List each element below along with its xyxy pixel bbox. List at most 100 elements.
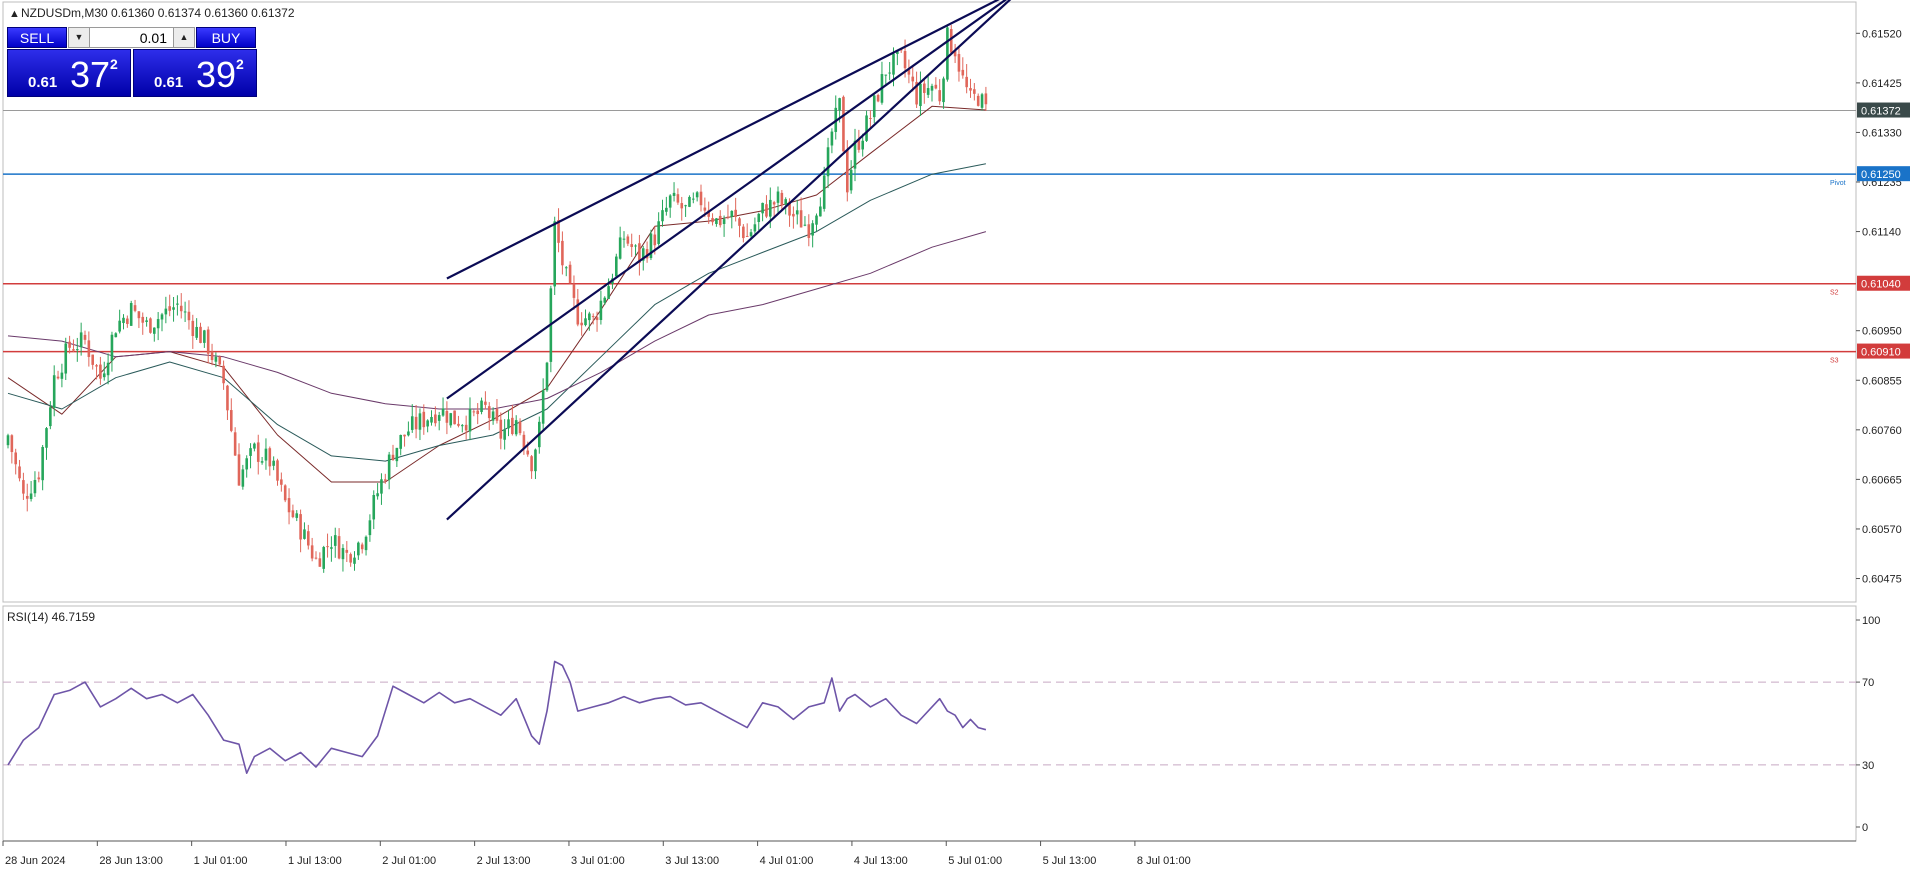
candle-body xyxy=(588,313,591,321)
rsi-y-tick-label: 0 xyxy=(1862,822,1868,834)
price-panel[interactable] xyxy=(2,1,1857,603)
candle-body xyxy=(622,238,626,240)
candle-body xyxy=(233,432,237,456)
candle-body xyxy=(545,362,549,391)
candle-body xyxy=(330,547,333,549)
level-price-label: 0.61040 xyxy=(1861,279,1901,291)
candle-body xyxy=(418,413,422,430)
candle-body xyxy=(276,460,279,481)
buy-button[interactable]: BUY xyxy=(196,27,256,48)
candle-body xyxy=(52,375,56,408)
candle-body xyxy=(18,466,21,479)
candle-body xyxy=(222,365,225,384)
candle-body xyxy=(599,300,603,320)
candle-body xyxy=(626,236,630,244)
rsi-panel[interactable] xyxy=(2,605,1857,842)
candle-body xyxy=(449,413,453,426)
candle-body xyxy=(384,479,387,481)
candle-body xyxy=(919,83,922,107)
x-tick-label: 3 Jul 13:00 xyxy=(665,855,719,867)
sell-price-box[interactable]: 0.61 37 2 xyxy=(7,49,131,97)
candle-body xyxy=(715,218,718,225)
candle-body xyxy=(391,454,395,461)
candle-body xyxy=(10,435,14,453)
candle-body xyxy=(769,199,772,217)
candle-body xyxy=(511,417,514,435)
buy-price-box[interactable]: 0.61 39 2 xyxy=(133,49,257,97)
y-tick-label: 0.60570 xyxy=(1862,524,1902,536)
current-price-label: 0.61372 xyxy=(1861,106,1901,118)
level-tag-pivot: Pivot xyxy=(1830,180,1846,187)
candle-body xyxy=(403,434,406,437)
x-tick-label: 28 Jun 13:00 xyxy=(99,855,163,867)
candle-body xyxy=(179,305,183,312)
candle-body xyxy=(376,493,379,497)
candle-body xyxy=(310,545,314,559)
candle-body xyxy=(72,349,75,351)
candle-body xyxy=(653,234,657,246)
level-tag-s2: S2 xyxy=(1830,290,1839,297)
menu-arrow-icon[interactable]: ▲ xyxy=(9,8,20,20)
candle-body xyxy=(872,95,876,118)
symbol-header: NZDUSDm,M30 0.61360 0.61374 0.61360 0.61… xyxy=(21,6,295,20)
rsi-y-tick-label: 30 xyxy=(1862,760,1874,772)
candle-body xyxy=(283,485,287,501)
candle-body xyxy=(218,356,222,365)
level-tag-s3: S3 xyxy=(1830,358,1839,365)
candle-body xyxy=(842,96,845,152)
buy-price-fraction: 2 xyxy=(236,56,244,72)
candle-body xyxy=(322,547,325,569)
chart-area[interactable]: ▲ NZDUSDm,M30 0.61360 0.61374 0.61360 0.… xyxy=(0,0,1916,874)
candle-body xyxy=(541,390,545,424)
lot-size-input[interactable] xyxy=(91,29,171,46)
candle-body xyxy=(665,207,668,212)
candle-body xyxy=(749,232,753,237)
candle-body xyxy=(33,479,37,494)
candle-body xyxy=(106,362,110,376)
candle-body xyxy=(692,198,695,200)
candle-body xyxy=(476,410,479,415)
candle-body xyxy=(580,322,583,326)
candle-body xyxy=(37,477,41,480)
candle-body xyxy=(688,196,691,207)
sell-button[interactable]: SELL xyxy=(7,27,67,48)
candle-body xyxy=(949,29,953,53)
sell-price-pips: 37 xyxy=(70,54,111,95)
candle-body xyxy=(102,373,106,378)
candle-body xyxy=(799,210,803,228)
candle-body xyxy=(49,407,52,427)
rsi-label: RSI(14) 46.7159 xyxy=(7,610,95,624)
x-tick-label: 5 Jul 13:00 xyxy=(1043,855,1097,867)
candle-body xyxy=(969,88,972,91)
x-tick-label: 4 Jul 13:00 xyxy=(854,855,908,867)
candle-body xyxy=(973,89,976,94)
candle-body xyxy=(183,311,187,313)
triangle-up-icon[interactable]: ▲ xyxy=(173,28,194,47)
x-tick-label: 5 Jul 01:00 xyxy=(948,855,1002,867)
candle-body xyxy=(337,536,341,559)
candle-body xyxy=(437,415,441,421)
candle-body xyxy=(153,327,156,334)
candle-body xyxy=(14,452,17,465)
candle-body xyxy=(615,256,618,277)
candle-body xyxy=(83,334,87,340)
y-tick-label: 0.60855 xyxy=(1862,375,1902,387)
candle-body xyxy=(230,410,233,431)
candle-body xyxy=(634,245,637,247)
candle-body xyxy=(911,76,915,82)
candle-body xyxy=(299,514,302,540)
candle-body xyxy=(68,341,71,348)
candle-body xyxy=(445,410,449,423)
candle-body xyxy=(530,456,533,472)
candle-body xyxy=(961,69,965,76)
candle-body xyxy=(607,286,610,299)
candle-body xyxy=(603,297,607,303)
triangle-down-icon[interactable]: ▼ xyxy=(69,28,90,47)
candle-body xyxy=(753,224,757,232)
one-click-trading-panel: SELL ▼ ▲ BUY 0.61 37 2 0.61 39 2 xyxy=(7,27,257,97)
candle-body xyxy=(568,264,572,283)
candle-body xyxy=(942,78,945,103)
candle-body xyxy=(176,303,179,305)
y-tick-label: 0.61425 xyxy=(1862,78,1902,90)
y-tick-label: 0.60760 xyxy=(1862,425,1902,437)
